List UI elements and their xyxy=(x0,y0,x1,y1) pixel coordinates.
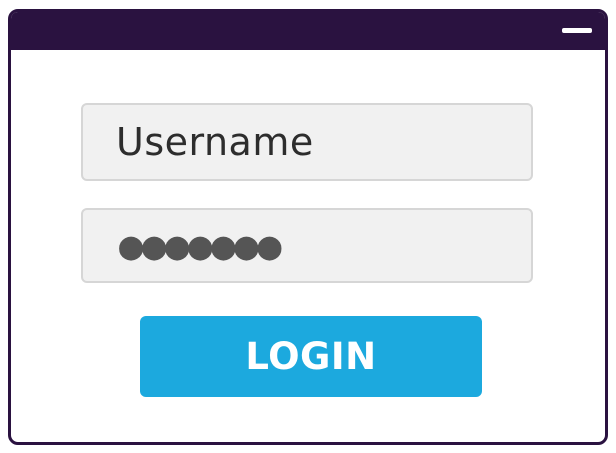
login-button[interactable]: LOGIN xyxy=(140,316,482,397)
login-window: Username ●●●●●●● LOGIN xyxy=(8,9,608,445)
username-placeholder: Username xyxy=(116,120,314,164)
username-field[interactable]: Username xyxy=(81,103,533,181)
password-field[interactable]: ●●●●●●● xyxy=(81,208,533,283)
minimize-icon xyxy=(562,27,592,33)
minimize-button[interactable] xyxy=(561,18,593,42)
window-titlebar xyxy=(11,12,605,50)
password-masked-value: ●●●●●●● xyxy=(119,222,282,269)
